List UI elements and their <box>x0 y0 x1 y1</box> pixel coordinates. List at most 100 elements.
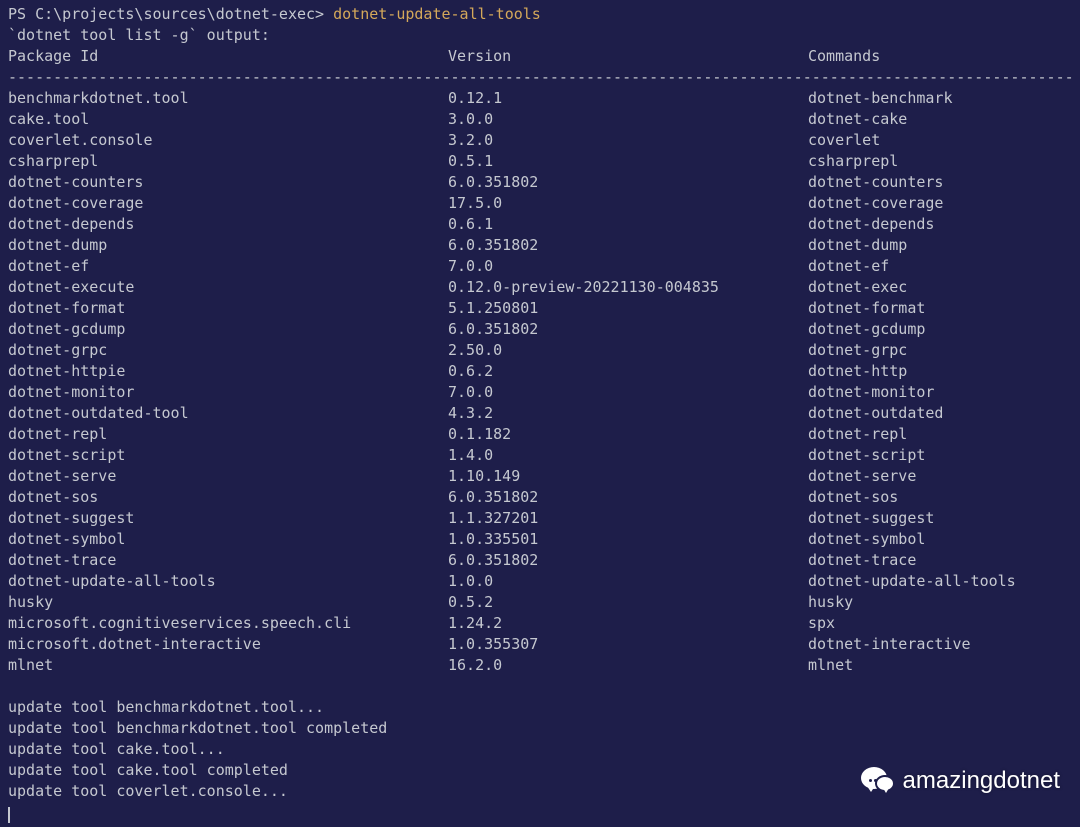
version: 6.0.351802 <box>448 319 808 340</box>
version: 1.1.327201 <box>448 508 808 529</box>
command: dotnet-depends <box>808 214 1068 235</box>
command-text[interactable]: dotnet-update-all-tools <box>333 5 541 23</box>
version: 7.0.0 <box>448 256 808 277</box>
wechat-icon <box>859 763 895 799</box>
command: csharprepl <box>808 151 1068 172</box>
command: dotnet-gcdump <box>808 319 1068 340</box>
table-row: mlnet16.2.0mlnet <box>8 655 1072 676</box>
table-row: dotnet-depends0.6.1dotnet-depends <box>8 214 1072 235</box>
package-id: csharprepl <box>8 151 448 172</box>
command: dotnet-coverage <box>808 193 1068 214</box>
package-id: dotnet-script <box>8 445 448 466</box>
package-id: dotnet-sos <box>8 487 448 508</box>
table-row: benchmarkdotnet.tool0.12.1dotnet-benchma… <box>8 88 1072 109</box>
update-line: update tool benchmarkdotnet.tool complet… <box>8 718 1072 739</box>
version: 0.5.2 <box>448 592 808 613</box>
package-id: dotnet-ef <box>8 256 448 277</box>
table-row: csharprepl0.5.1csharprepl <box>8 151 1072 172</box>
package-id: coverlet.console <box>8 130 448 151</box>
command: spx <box>808 613 1068 634</box>
command: dotnet-benchmark <box>808 88 1068 109</box>
package-id: dotnet-coverage <box>8 193 448 214</box>
version: 0.6.1 <box>448 214 808 235</box>
table-row: dotnet-monitor7.0.0dotnet-monitor <box>8 382 1072 403</box>
command: dotnet-repl <box>808 424 1068 445</box>
table-row: microsoft.dotnet-interactive1.0.355307do… <box>8 634 1072 655</box>
command: husky <box>808 592 1068 613</box>
package-id: dotnet-httpie <box>8 361 448 382</box>
version: 1.0.355307 <box>448 634 808 655</box>
command: dotnet-serve <box>808 466 1068 487</box>
table-row: dotnet-format5.1.250801dotnet-format <box>8 298 1072 319</box>
command: dotnet-monitor <box>808 382 1068 403</box>
command: dotnet-script <box>808 445 1068 466</box>
version: 6.0.351802 <box>448 487 808 508</box>
version: 17.5.0 <box>448 193 808 214</box>
package-id: dotnet-grpc <box>8 340 448 361</box>
version: 0.12.0-preview-20221130-004835 <box>448 277 808 298</box>
col-header-commands: Commands <box>808 46 1068 67</box>
command: dotnet-suggest <box>808 508 1068 529</box>
package-id: benchmarkdotnet.tool <box>8 88 448 109</box>
table-row: microsoft.cognitiveservices.speech.cli1.… <box>8 613 1072 634</box>
command: coverlet <box>808 130 1068 151</box>
table-row: dotnet-outdated-tool4.3.2dotnet-outdated <box>8 403 1072 424</box>
package-id: dotnet-monitor <box>8 382 448 403</box>
package-id: cake.tool <box>8 109 448 130</box>
table-row: dotnet-repl0.1.182dotnet-repl <box>8 424 1072 445</box>
version: 16.2.0 <box>448 655 808 676</box>
table-row: cake.tool3.0.0dotnet-cake <box>8 109 1072 130</box>
package-id: dotnet-outdated-tool <box>8 403 448 424</box>
divider-line: ----------------------------------------… <box>8 67 1072 88</box>
version: 2.50.0 <box>448 340 808 361</box>
version: 7.0.0 <box>448 382 808 403</box>
package-id: dotnet-counters <box>8 172 448 193</box>
table-row: dotnet-ef7.0.0dotnet-ef <box>8 256 1072 277</box>
command: dotnet-ef <box>808 256 1068 277</box>
version: 0.6.2 <box>448 361 808 382</box>
command: dotnet-grpc <box>808 340 1068 361</box>
table-row: dotnet-update-all-tools1.0.0dotnet-updat… <box>8 571 1072 592</box>
table-row: husky0.5.2husky <box>8 592 1072 613</box>
version: 4.3.2 <box>448 403 808 424</box>
package-id: mlnet <box>8 655 448 676</box>
update-line: update tool cake.tool... <box>8 739 1072 760</box>
package-id: dotnet-serve <box>8 466 448 487</box>
version: 3.2.0 <box>448 130 808 151</box>
package-id: dotnet-trace <box>8 550 448 571</box>
command: dotnet-trace <box>808 550 1068 571</box>
version: 1.4.0 <box>448 445 808 466</box>
package-id: dotnet-execute <box>8 277 448 298</box>
table-row: dotnet-gcdump6.0.351802dotnet-gcdump <box>8 319 1072 340</box>
version: 0.5.1 <box>448 151 808 172</box>
table-row: dotnet-trace6.0.351802dotnet-trace <box>8 550 1072 571</box>
command: dotnet-sos <box>808 487 1068 508</box>
prompt-line: PS C:\projects\sources\dotnet-exec> dotn… <box>8 4 1072 25</box>
table-row: dotnet-suggest1.1.327201dotnet-suggest <box>8 508 1072 529</box>
version: 6.0.351802 <box>448 172 808 193</box>
package-id: dotnet-update-all-tools <box>8 571 448 592</box>
table-row: dotnet-sos6.0.351802dotnet-sos <box>8 487 1072 508</box>
command: dotnet-http <box>808 361 1068 382</box>
column-headers: Package IdVersionCommands <box>8 46 1072 67</box>
package-id: dotnet-repl <box>8 424 448 445</box>
version: 5.1.250801 <box>448 298 808 319</box>
command: mlnet <box>808 655 1068 676</box>
watermark: amazingdotnet <box>859 763 1060 799</box>
package-id: dotnet-gcdump <box>8 319 448 340</box>
col-header-package: Package Id <box>8 46 448 67</box>
command: dotnet-cake <box>808 109 1068 130</box>
version: 1.0.0 <box>448 571 808 592</box>
table-row: dotnet-httpie0.6.2dotnet-http <box>8 361 1072 382</box>
version: 1.10.149 <box>448 466 808 487</box>
table-row: dotnet-grpc2.50.0dotnet-grpc <box>8 340 1072 361</box>
update-line: update tool benchmarkdotnet.tool... <box>8 697 1072 718</box>
command: dotnet-outdated <box>808 403 1068 424</box>
package-id: dotnet-depends <box>8 214 448 235</box>
table-row: coverlet.console3.2.0coverlet <box>8 130 1072 151</box>
version: 1.0.335501 <box>448 529 808 550</box>
command: dotnet-counters <box>808 172 1068 193</box>
version: 0.1.182 <box>448 424 808 445</box>
output-header: `dotnet tool list -g` output: <box>8 25 1072 46</box>
table-row: dotnet-script1.4.0dotnet-script <box>8 445 1072 466</box>
